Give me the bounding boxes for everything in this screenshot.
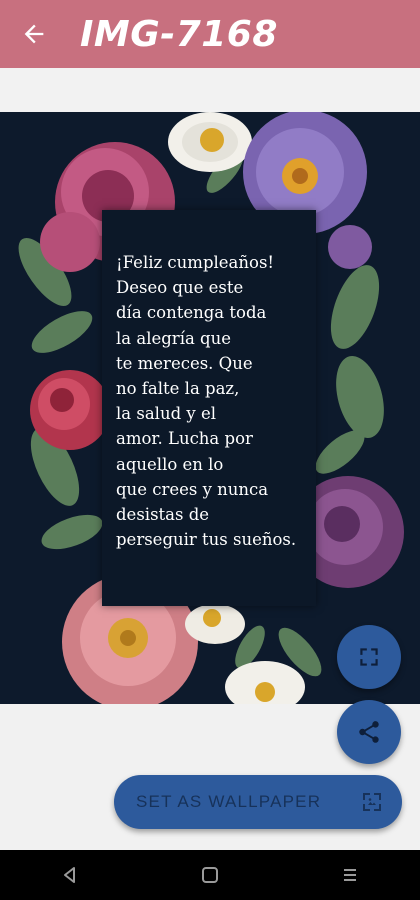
set-as-wallpaper-label: SET AS WALLPAPER: [136, 792, 322, 811]
app-bar: IMG-7168: [0, 0, 420, 68]
nav-home-button[interactable]: [190, 855, 230, 895]
nav-back-button[interactable]: [50, 855, 90, 895]
nav-home-icon: [202, 867, 218, 883]
share-button[interactable]: [337, 700, 401, 764]
nav-back-icon: [64, 867, 75, 883]
share-icon: [359, 721, 379, 743]
fullscreen-icon: [360, 648, 378, 666]
system-navigation-bar: [0, 850, 420, 900]
nav-recents-icon: [344, 869, 356, 881]
page-title: IMG-7168: [80, 13, 278, 55]
back-button[interactable]: [14, 14, 54, 54]
wallpaper-icon: [363, 793, 381, 811]
arrow-left-icon: [24, 24, 44, 44]
set-as-wallpaper-button[interactable]: SET AS WALLPAPER: [114, 775, 402, 829]
nav-recents-button[interactable]: [330, 855, 370, 895]
message-panel: ¡Feliz cumpleaños! Deseo que este día co…: [102, 210, 316, 606]
fullscreen-button[interactable]: [337, 625, 401, 689]
top-spacer: [0, 68, 420, 112]
greeting-image: ¡Feliz cumpleaños! Deseo que este día co…: [0, 112, 420, 704]
greeting-message: ¡Feliz cumpleaños! Deseo que este día co…: [116, 253, 297, 550]
